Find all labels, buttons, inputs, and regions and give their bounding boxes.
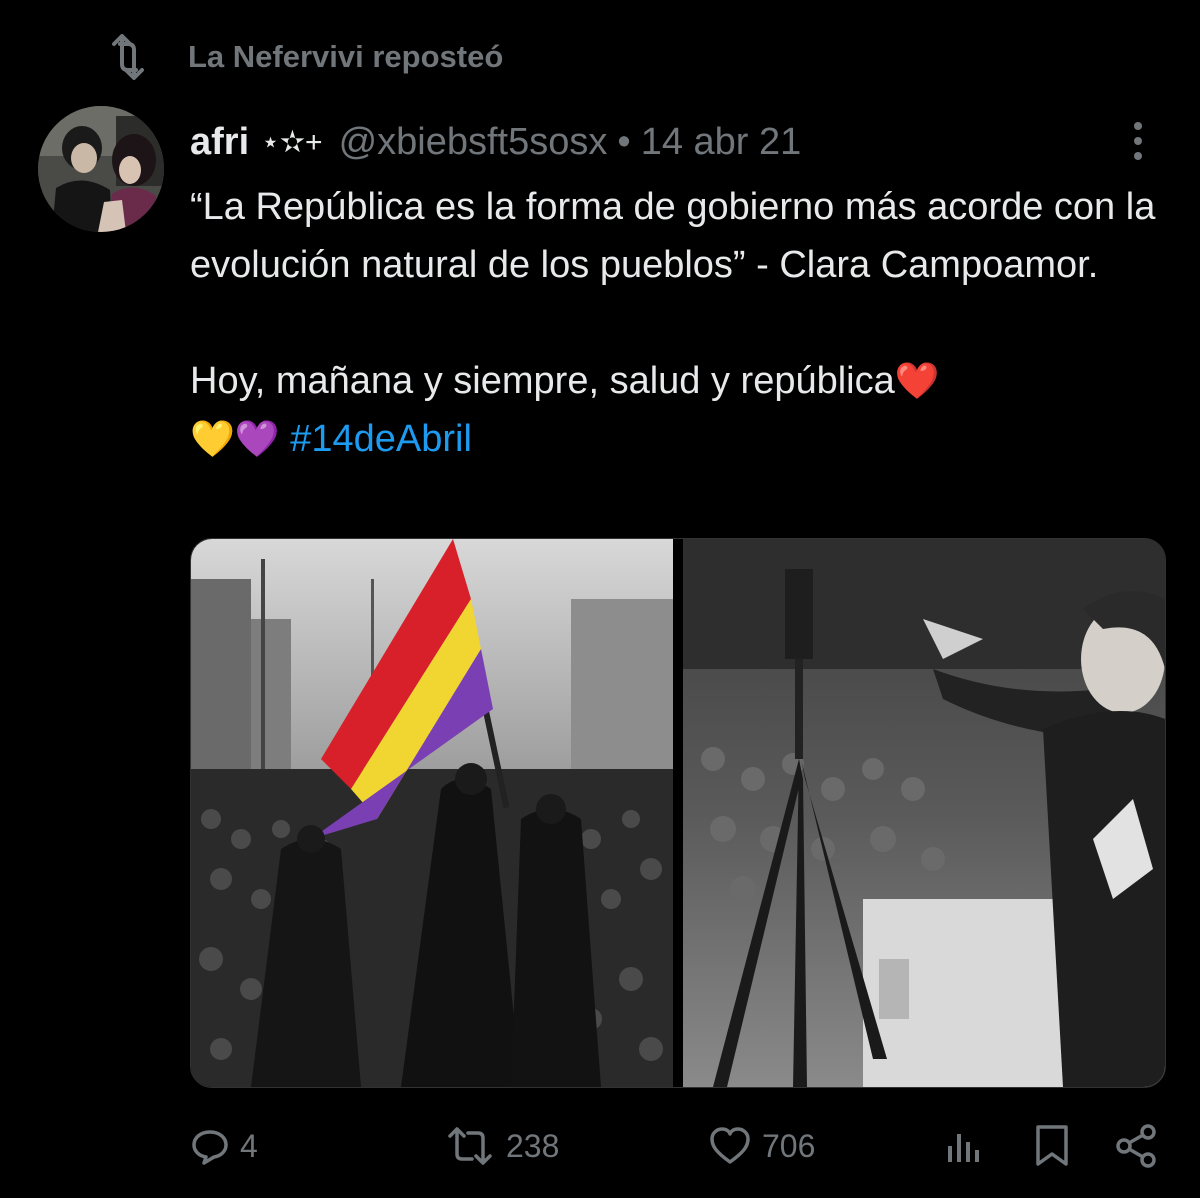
repost-icon [104, 34, 152, 80]
media-grid [190, 538, 1166, 1088]
red-heart-emoji: ❤️ [894, 360, 940, 401]
photo-crowd-flag[interactable] [191, 539, 673, 1087]
tweet-header: afri ⋆✫+ @xbiebsft5sosx • 14 abr 21 [190, 112, 801, 172]
like-button[interactable]: 706 [708, 1118, 815, 1174]
tweet-quote: “La República es la forma de gobierno má… [190, 186, 1156, 286]
share-button[interactable] [1114, 1118, 1170, 1174]
analytics-icon [948, 1134, 979, 1162]
bookmark-button[interactable] [1034, 1118, 1080, 1174]
repost-count: 238 [506, 1127, 560, 1164]
author-name-decoration: ⋆✫+ [261, 125, 323, 159]
reply-icon [192, 1130, 228, 1165]
tweet-date[interactable]: 14 abr 21 [641, 121, 802, 164]
like-count: 706 [762, 1127, 816, 1164]
tweet-text: “La República es la forma de gobierno má… [190, 178, 1180, 468]
repost-button[interactable]: 238 [444, 1118, 559, 1174]
more-options-icon[interactable] [1120, 118, 1156, 164]
repost-label: La Nefervivi reposteó [188, 39, 504, 74]
hashtag-link[interactable]: #14deAbril [290, 418, 472, 460]
action-bar: 4 238 706 [0, 1118, 1200, 1174]
yellow-purple-heart-emojis: 💛💜 [190, 418, 280, 459]
bookmark-icon [1036, 1125, 1068, 1166]
views-button[interactable] [944, 1118, 994, 1174]
heart-icon [710, 1127, 750, 1164]
author-name[interactable]: afri [190, 121, 249, 164]
reply-count: 4 [240, 1127, 258, 1164]
author-handle[interactable]: @xbiebsft5sosx [339, 121, 608, 164]
repost-icon [448, 1127, 492, 1165]
repost-context[interactable]: La Nefervivi reposteó [104, 34, 503, 80]
reply-button[interactable]: 4 [190, 1118, 258, 1174]
separator-dot: • [617, 120, 631, 163]
share-icon [1116, 1124, 1156, 1168]
avatar[interactable] [38, 106, 164, 232]
tweet-line-text: Hoy, mañana y siempre, salud y república [190, 360, 895, 402]
tweet-second-paragraph: Hoy, mañana y siempre, salud y república… [190, 352, 1180, 468]
photo-woman-speaking[interactable] [683, 539, 1165, 1087]
